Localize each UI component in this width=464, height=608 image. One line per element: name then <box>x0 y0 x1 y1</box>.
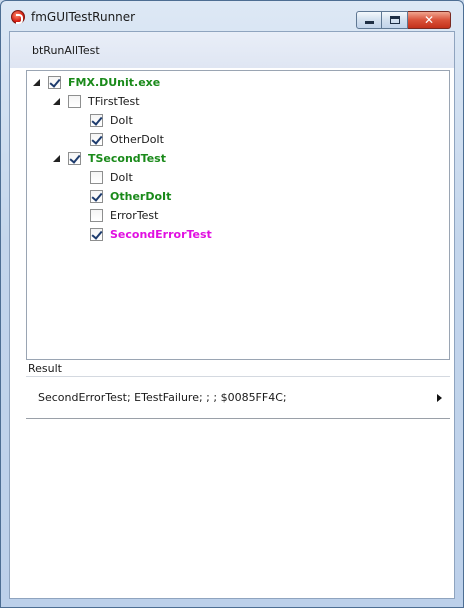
checkbox-tsecondtest[interactable] <box>68 152 81 165</box>
tree-node-tfirsttest[interactable]: TFirstTest <box>53 92 140 111</box>
tree-node-label: DoIt <box>110 171 133 184</box>
main-window: fmGUITestRunner ✕ btRunAllTest FMX.DUnit… <box>0 0 464 608</box>
expand-triangle-icon[interactable] <box>33 79 40 86</box>
run-all-test-button[interactable]: btRunAllTest <box>26 42 106 60</box>
result-row[interactable]: SecondErrorTest; ETestFailure; ; ; $0085… <box>26 377 450 419</box>
checkbox-otherdoit[interactable] <box>90 133 103 146</box>
tree-node-doit-2[interactable]: DoIt <box>90 168 133 187</box>
close-button[interactable]: ✕ <box>408 11 451 29</box>
chevron-right-icon[interactable] <box>437 394 442 402</box>
tree-node-label: FMX.DUnit.exe <box>68 76 161 89</box>
tree-node-label: DoIt <box>110 114 133 127</box>
caption-buttons: ✕ <box>356 11 451 29</box>
tree-node-label: SecondErrorTest <box>110 228 212 241</box>
tree-node-otherdoit-2[interactable]: OtherDoIt <box>90 187 171 206</box>
tree-node-root[interactable]: FMX.DUnit.exe <box>33 73 160 92</box>
tree-node-errortest[interactable]: ErrorTest <box>90 206 158 225</box>
maximize-icon <box>390 16 400 24</box>
maximize-button[interactable] <box>382 11 408 29</box>
checkbox-doit[interactable] <box>90 114 103 127</box>
checkbox-doit-2[interactable] <box>90 171 103 184</box>
checkbox-errortest[interactable] <box>90 209 103 222</box>
toolbar: btRunAllTest <box>10 32 454 68</box>
tree-node-label: OtherDoIt <box>110 190 172 203</box>
window-title: fmGUITestRunner <box>31 10 136 24</box>
expand-triangle-icon[interactable] <box>53 98 60 105</box>
minimize-icon <box>365 21 374 24</box>
tree-node-label: ErrorTest <box>110 209 159 222</box>
checkbox-tfirsttest[interactable] <box>68 95 81 108</box>
checkbox-otherdoit-2[interactable] <box>90 190 103 203</box>
tree-node-otherdoit[interactable]: OtherDoIt <box>90 130 164 149</box>
checkbox-root[interactable] <box>48 76 61 89</box>
result-label: Result <box>26 361 450 377</box>
app-icon <box>11 10 25 24</box>
result-list[interactable]: SecondErrorTest; ETestFailure; ; ; $0085… <box>26 377 450 596</box>
tree-node-seconderrortest[interactable]: SecondErrorTest <box>90 225 212 244</box>
tree-node-tsecondtest[interactable]: TSecondTest <box>53 149 166 168</box>
expand-triangle-icon[interactable] <box>53 155 60 162</box>
tree-node-doit[interactable]: DoIt <box>90 111 133 130</box>
checkbox-seconderrortest[interactable] <box>90 228 103 241</box>
result-row-text: SecondErrorTest; ETestFailure; ; ; $0085… <box>38 391 287 404</box>
tree-node-label: TSecondTest <box>88 152 166 165</box>
tree-node-label: TFirstTest <box>88 95 140 108</box>
client-area: btRunAllTest FMX.DUnit.exe TFirstTest Do… <box>9 31 455 599</box>
test-tree[interactable]: FMX.DUnit.exe TFirstTest DoIt OtherDoIt … <box>26 70 450 360</box>
close-icon: ✕ <box>423 13 435 27</box>
title-bar[interactable]: fmGUITestRunner ✕ <box>1 1 463 31</box>
minimize-button[interactable] <box>356 11 382 29</box>
tree-node-label: OtherDoIt <box>110 133 164 146</box>
